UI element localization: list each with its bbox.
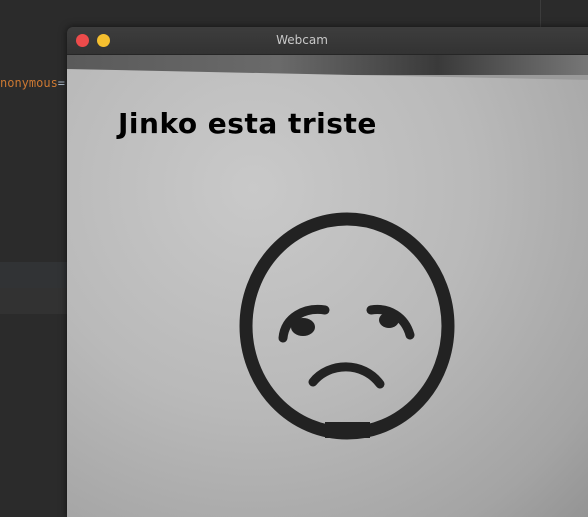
frown-mouth [308, 362, 385, 389]
editor-row-selected[interactable] [0, 288, 70, 314]
editor-divider [540, 0, 541, 27]
right-eye [379, 312, 399, 328]
emotion-label: Jinko esta triste [118, 107, 377, 140]
editor-row-highlight [0, 262, 70, 288]
face-outline [239, 212, 455, 440]
code-keyword: nonymous [0, 76, 58, 90]
code-line: nonymous= [0, 76, 65, 90]
window-title: Webcam [276, 33, 328, 47]
editor-row-area [0, 314, 70, 503]
face-stem [325, 422, 370, 438]
webcam-feed: Jinko esta triste [67, 55, 588, 517]
code-operator: = [57, 76, 66, 90]
window-titlebar[interactable]: Webcam [67, 27, 588, 55]
webcam-window[interactable]: Webcam Jinko esta triste [67, 27, 588, 517]
left-eye [291, 318, 315, 336]
